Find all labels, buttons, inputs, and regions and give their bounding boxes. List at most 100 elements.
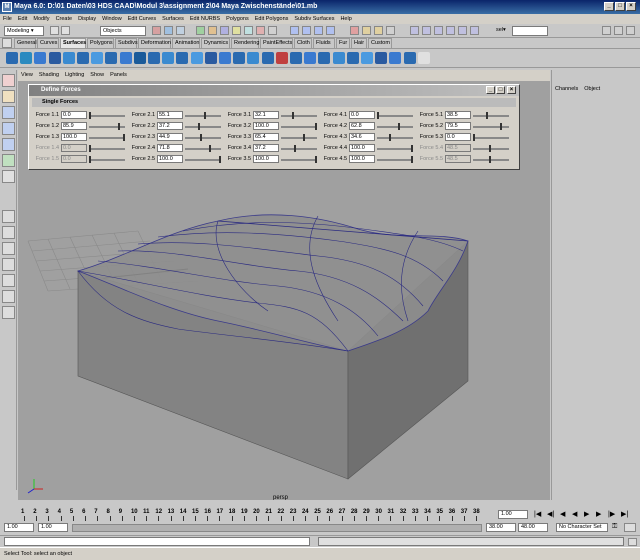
mask-icon[interactable] bbox=[256, 26, 265, 35]
select-by-object-icon[interactable] bbox=[164, 26, 173, 35]
toggle-channel-box-icon[interactable] bbox=[602, 26, 611, 35]
force-value-field[interactable]: 0.0 bbox=[445, 133, 471, 141]
shelf-tab[interactable]: Polygons bbox=[87, 38, 114, 48]
panel-menu-item[interactable]: Shading bbox=[36, 70, 62, 81]
force-value-field[interactable]: 38.5 bbox=[445, 111, 471, 119]
offset-icon[interactable] bbox=[375, 52, 388, 64]
toggle-layer-icon[interactable] bbox=[614, 26, 623, 35]
force-slider[interactable] bbox=[281, 148, 317, 150]
select-by-component-icon[interactable] bbox=[176, 26, 185, 35]
last-tool-icon[interactable] bbox=[2, 170, 15, 183]
script-editor-icon[interactable] bbox=[628, 538, 637, 546]
menu-item[interactable]: Modify bbox=[30, 14, 52, 24]
force-slider-handle[interactable] bbox=[315, 156, 317, 163]
shelf-tab[interactable]: Cloth bbox=[294, 38, 312, 48]
force-slider-handle[interactable] bbox=[209, 145, 212, 152]
selection-mode-dropdown[interactable]: Objects bbox=[100, 26, 146, 36]
force-slider[interactable] bbox=[281, 137, 317, 139]
character-set-dropdown[interactable]: No Character Set bbox=[556, 523, 608, 532]
open-close-icon[interactable] bbox=[332, 52, 345, 64]
shelf-tab[interactable]: Hair bbox=[351, 38, 367, 48]
panel-menu-item[interactable]: View bbox=[18, 70, 36, 81]
force-slider-handle[interactable] bbox=[377, 112, 379, 119]
force-value-field[interactable]: 100.0 bbox=[253, 122, 279, 130]
nurbs-sphere-icon[interactable] bbox=[6, 52, 18, 64]
mel-command-input[interactable] bbox=[4, 537, 310, 546]
untrim-icon[interactable] bbox=[275, 52, 288, 64]
force-value-field[interactable]: 100.0 bbox=[349, 155, 375, 163]
force-value-field[interactable]: 79.5 bbox=[445, 122, 471, 130]
force-value-field[interactable]: 34.6 bbox=[349, 133, 375, 141]
shelf-tab[interactable]: Surfaces bbox=[60, 38, 86, 48]
range-slider-track[interactable] bbox=[72, 524, 482, 532]
force-slider-handle[interactable] bbox=[315, 123, 317, 130]
force-slider-handle[interactable] bbox=[219, 156, 221, 163]
ipr-render-icon[interactable] bbox=[374, 26, 383, 35]
layout-hypergraph-icon[interactable] bbox=[2, 290, 15, 303]
force-value-field[interactable]: 100.0 bbox=[61, 133, 87, 141]
insert-isoparm-icon[interactable] bbox=[346, 52, 359, 64]
force-slider[interactable] bbox=[473, 126, 509, 128]
force-slider[interactable] bbox=[377, 115, 413, 117]
menu-item[interactable]: Edit NURBS bbox=[187, 14, 223, 24]
intersect-icon[interactable] bbox=[233, 52, 246, 64]
nurbs-circle-icon[interactable] bbox=[91, 52, 104, 64]
mask-icon[interactable] bbox=[208, 26, 217, 35]
shelf-tab[interactable]: Dynamics bbox=[201, 38, 230, 48]
force-slider[interactable] bbox=[185, 137, 221, 139]
time-slider[interactable]: 1 2 3 4 5 6 7 8 9 10 11 12 13 14 15 16 17 18 19 20 21 22 23 24 2… bbox=[18, 508, 498, 522]
force-slider[interactable] bbox=[281, 159, 317, 161]
force-slider-handle[interactable] bbox=[486, 112, 489, 119]
select-by-hierarchy-icon[interactable] bbox=[152, 26, 161, 35]
shelf-tab[interactable]: Subdivs bbox=[115, 38, 138, 48]
step-back-icon[interactable]: ◀ bbox=[560, 510, 565, 518]
nurbs-cube-icon[interactable] bbox=[20, 52, 33, 64]
birail-icon[interactable] bbox=[176, 52, 189, 64]
force-slider-handle[interactable] bbox=[123, 134, 125, 141]
menu-item[interactable]: Help bbox=[337, 14, 354, 24]
force-slider-handle[interactable] bbox=[293, 145, 296, 152]
force-slider-handle[interactable] bbox=[291, 112, 294, 119]
single-forces-section-header[interactable]: Single Forces bbox=[32, 98, 516, 107]
panel-icon[interactable] bbox=[410, 26, 419, 35]
force-value-field[interactable]: 44.9 bbox=[157, 133, 183, 141]
play-forward-icon[interactable]: ▶ bbox=[584, 510, 589, 518]
shelf-tab[interactable]: Curves bbox=[37, 38, 59, 48]
panel-menu-item[interactable]: Show bbox=[87, 70, 107, 81]
dialog-maximize-button[interactable]: □ bbox=[496, 86, 505, 94]
snap-point-icon[interactable] bbox=[314, 26, 323, 35]
close-button[interactable]: × bbox=[626, 2, 636, 11]
layout-four-icon[interactable] bbox=[2, 226, 15, 239]
nurbs-cone-icon[interactable] bbox=[48, 52, 61, 64]
trim-icon[interactable] bbox=[261, 52, 274, 64]
boundary-icon[interactable] bbox=[190, 52, 203, 64]
force-value-field[interactable]: 100.0 bbox=[253, 155, 279, 163]
force-slider-handle[interactable] bbox=[200, 134, 203, 141]
force-slider-handle[interactable] bbox=[473, 134, 475, 141]
force-value-field[interactable]: 71.8 bbox=[157, 144, 183, 152]
playback-start-field[interactable]: 1.00 bbox=[38, 523, 68, 532]
force-value-field[interactable]: 0.0 bbox=[349, 111, 375, 119]
force-slider[interactable] bbox=[473, 115, 509, 117]
shelf-tab[interactable]: Animation bbox=[172, 38, 200, 48]
panel-icon[interactable] bbox=[434, 26, 443, 35]
menu-item[interactable]: Display bbox=[75, 14, 99, 24]
sculpt-icon[interactable] bbox=[417, 52, 430, 64]
force-slider-handle[interactable] bbox=[411, 156, 413, 163]
attach-icon[interactable] bbox=[290, 52, 302, 64]
panel-icon[interactable] bbox=[470, 26, 479, 35]
detach-icon[interactable] bbox=[304, 52, 317, 64]
shelf-tab[interactable]: Custom bbox=[368, 38, 392, 48]
menu-item[interactable]: Edit Curves bbox=[125, 14, 159, 24]
nurbs-square-icon[interactable] bbox=[105, 52, 118, 64]
render-icon[interactable] bbox=[362, 26, 371, 35]
force-slider-handle[interactable] bbox=[197, 123, 200, 130]
menu-item[interactable]: Surfaces bbox=[159, 14, 187, 24]
menu-item[interactable]: Subdiv Surfaces bbox=[291, 14, 337, 24]
menu-item[interactable]: Create bbox=[53, 14, 76, 24]
force-slider[interactable] bbox=[89, 137, 125, 139]
panel-menu-item[interactable]: Lighting bbox=[62, 70, 87, 81]
play-backward-icon[interactable]: ◀ bbox=[572, 510, 577, 518]
force-slider[interactable] bbox=[185, 148, 221, 150]
nurbs-plane-icon[interactable] bbox=[62, 52, 75, 64]
